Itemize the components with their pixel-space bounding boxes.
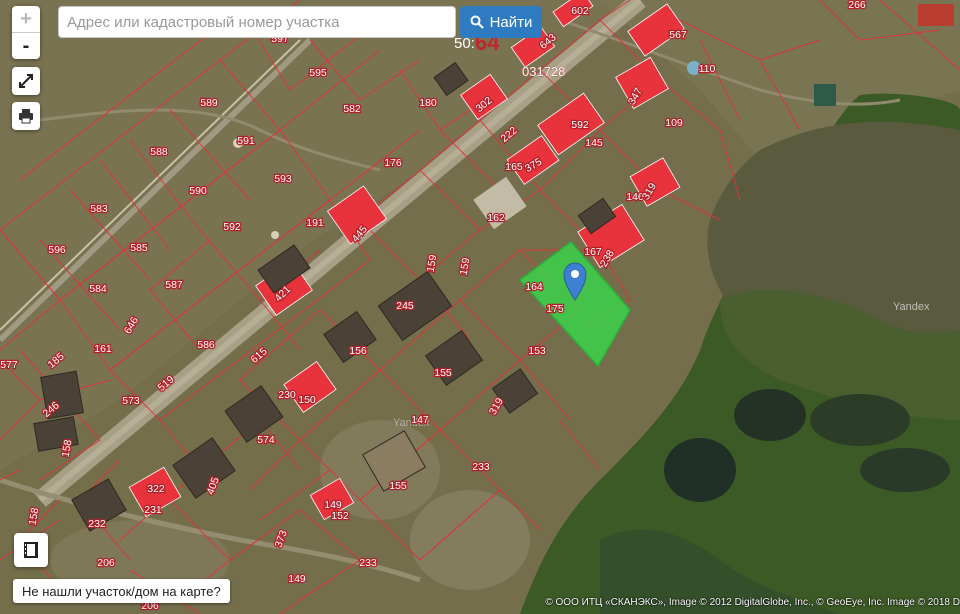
parcel-number-label[interactable]: 145 <box>584 136 604 151</box>
parcel-number-label[interactable]: 584 <box>88 282 108 297</box>
parcel-number-label[interactable]: 147 <box>410 413 430 428</box>
parcel-number-label[interactable]: 585 <box>129 241 149 256</box>
parcel-number-label[interactable]: 152 <box>330 509 350 524</box>
parcel-number-label[interactable]: 574 <box>256 433 276 448</box>
parcel-number-label[interactable]: 176 <box>383 156 403 171</box>
search-icon <box>470 15 484 29</box>
parcel-number-label[interactable]: 589 <box>199 96 219 111</box>
parcel-number-label[interactable]: 592 <box>570 118 590 133</box>
fullscreen-button[interactable] <box>12 67 40 95</box>
legend-button[interactable] <box>14 533 48 567</box>
map-canvas[interactable]: 50: 64 031728 Yandex Yandex 602567110266… <box>0 0 960 614</box>
parcel-number-label[interactable]: 149 <box>323 498 343 513</box>
not-found-button[interactable]: Не нашли участок/дом на карте? <box>13 579 230 603</box>
parcel-number-label[interactable]: 156 <box>348 344 368 359</box>
expand-icon <box>19 74 33 88</box>
printer-icon <box>19 109 33 124</box>
parcel-number-label[interactable]: 161 <box>93 342 113 357</box>
parcel-number-label[interactable]: 167 <box>583 245 603 260</box>
parcel-number-label[interactable]: 266 <box>847 0 867 12</box>
map-watermark: Yandex <box>893 301 930 313</box>
parcel-number-label[interactable]: 155 <box>388 479 408 494</box>
print-button[interactable] <box>12 102 40 130</box>
film-icon <box>24 542 38 558</box>
parcel-number-label[interactable]: 162 <box>486 211 506 226</box>
parcel-number-label[interactable]: 233 <box>358 556 378 571</box>
parcel-number-label[interactable]: 233 <box>471 460 491 475</box>
parcel-number-label[interactable]: 180 <box>418 96 438 111</box>
parcel-number-label[interactable]: 231 <box>143 503 163 518</box>
parcel-number-label[interactable]: 232 <box>87 517 107 532</box>
parcel-number-label[interactable]: 175 <box>545 302 565 317</box>
parcel-number-label[interactable]: 602 <box>570 4 590 19</box>
parcel-number-label[interactable]: 191 <box>305 216 325 231</box>
parcel-number-label[interactable]: 109 <box>664 116 684 131</box>
parcel-number-label[interactable]: 586 <box>196 338 216 353</box>
parcel-number-label[interactable]: 588 <box>149 145 169 160</box>
parcel-number-label[interactable]: 577 <box>0 358 19 373</box>
search-button[interactable]: Найти <box>460 6 542 38</box>
parcel-number-label[interactable]: 153 <box>527 344 547 359</box>
parcel-number-label[interactable]: 590 <box>188 184 208 199</box>
zoom-out-button[interactable]: - <box>12 33 40 59</box>
parcel-number-label[interactable]: 150 <box>297 393 317 408</box>
satellite-map[interactable]: 50: 64 031728 Yandex Yandex 602 567 110 266… <box>0 0 960 614</box>
parcel-number-label[interactable]: 230 <box>277 388 297 403</box>
parcel-number-label[interactable]: 573 <box>121 394 141 409</box>
parcel-number-label[interactable]: 595 <box>308 66 328 81</box>
parcel-number-label[interactable]: 149 <box>287 572 307 587</box>
parcel-number-label[interactable]: 592 <box>222 220 242 235</box>
parcel-number-label[interactable]: 582 <box>342 102 362 117</box>
parcel-number-label[interactable]: 587 <box>164 278 184 293</box>
block-code: 031728 <box>522 64 565 79</box>
parcel-number-label[interactable]: 155 <box>433 366 453 381</box>
parcel-number-label[interactable]: 596 <box>47 243 67 258</box>
search-button-label: Найти <box>489 13 533 31</box>
search-input[interactable] <box>58 6 456 38</box>
parcel-number-label[interactable]: 583 <box>89 202 109 217</box>
map-copyright: © ООО ИТЦ «СКАНЭКС», Image © 2012 Digita… <box>545 597 960 608</box>
parcel-number-label[interactable]: 322 <box>146 482 166 497</box>
zoom-control: + - <box>12 6 40 59</box>
parcel-number-label[interactable]: 245 <box>395 299 415 314</box>
parcel-number-label[interactable]: 591 <box>236 134 256 149</box>
parcel-number-label[interactable]: 110 <box>697 62 716 77</box>
parcel-number-label[interactable]: 206 <box>96 556 116 571</box>
parcel-number-label[interactable]: 567 <box>668 28 688 43</box>
parcel-number-label[interactable]: 593 <box>273 172 293 187</box>
parcel-number-label[interactable]: 164 <box>524 280 544 295</box>
zoom-in-button[interactable]: + <box>12 6 40 32</box>
parcel-number-label[interactable]: 165 <box>504 160 524 175</box>
